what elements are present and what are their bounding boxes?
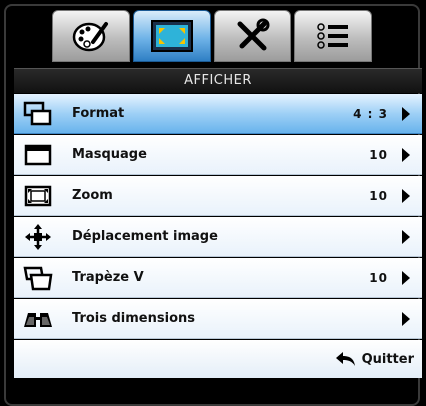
menu-item-value: 10: [369, 188, 388, 203]
tab-image[interactable]: [52, 10, 130, 62]
menu-item-label: Format: [72, 106, 125, 121]
menu-item-label: Zoom: [72, 188, 113, 203]
tab-settings[interactable]: [213, 10, 292, 62]
menu-list: Format 4 : 3 Masquage 10 Zoom 10 Déplace…: [14, 94, 422, 379]
chevron-right-icon: [402, 270, 410, 285]
menu-footer: Quitter: [14, 340, 422, 378]
tab-options[interactable]: [294, 10, 372, 62]
chevron-right-icon: [402, 147, 410, 162]
list-icon: [317, 23, 349, 49]
zoom-icon: [18, 176, 58, 216]
osd-menu: AFFICHER Format 4 : 3 Masquage 10 Zoom 1…: [4, 4, 422, 406]
chevron-right-icon: [402, 311, 410, 326]
chevron-right-icon: [402, 106, 410, 121]
menu-item-zoom[interactable]: Zoom 10: [14, 176, 422, 216]
menu-item-value: 10: [369, 147, 388, 162]
menu-item-masquage[interactable]: Masquage 10: [14, 135, 422, 175]
display-icon: [150, 20, 193, 52]
tab-strip: [52, 10, 372, 62]
menu-item-value: 10: [369, 270, 388, 285]
keystone-icon: [18, 258, 58, 298]
3d-glasses-icon: [18, 299, 58, 339]
menu-item-label: Masquage: [72, 147, 147, 162]
menu-item-format[interactable]: Format 4 : 3: [14, 94, 422, 134]
tab-display[interactable]: [132, 10, 211, 62]
move-icon: [18, 217, 58, 257]
menu-item-label: Déplacement image: [72, 229, 218, 244]
palette-icon: [72, 22, 108, 52]
chevron-right-icon: [402, 229, 410, 244]
quit-button[interactable]: Quitter: [334, 351, 414, 367]
menu-item-trapeze[interactable]: Trapèze V 10: [14, 258, 422, 298]
menu-item-label: Trapèze V: [72, 270, 144, 285]
back-arrow-icon: [335, 352, 355, 366]
masking-icon: [18, 135, 58, 175]
menu-title: AFFICHER: [14, 68, 422, 93]
menu-item-label: Trois dimensions: [72, 311, 195, 326]
tools-icon: [237, 18, 270, 51]
menu-item-deplacement[interactable]: Déplacement image: [14, 217, 422, 257]
menu-item-value: 4 : 3: [353, 106, 388, 121]
quit-label: Quitter: [361, 351, 414, 367]
format-icon: [18, 94, 58, 134]
chevron-right-icon: [402, 188, 410, 203]
menu-item-3d[interactable]: Trois dimensions: [14, 299, 422, 339]
